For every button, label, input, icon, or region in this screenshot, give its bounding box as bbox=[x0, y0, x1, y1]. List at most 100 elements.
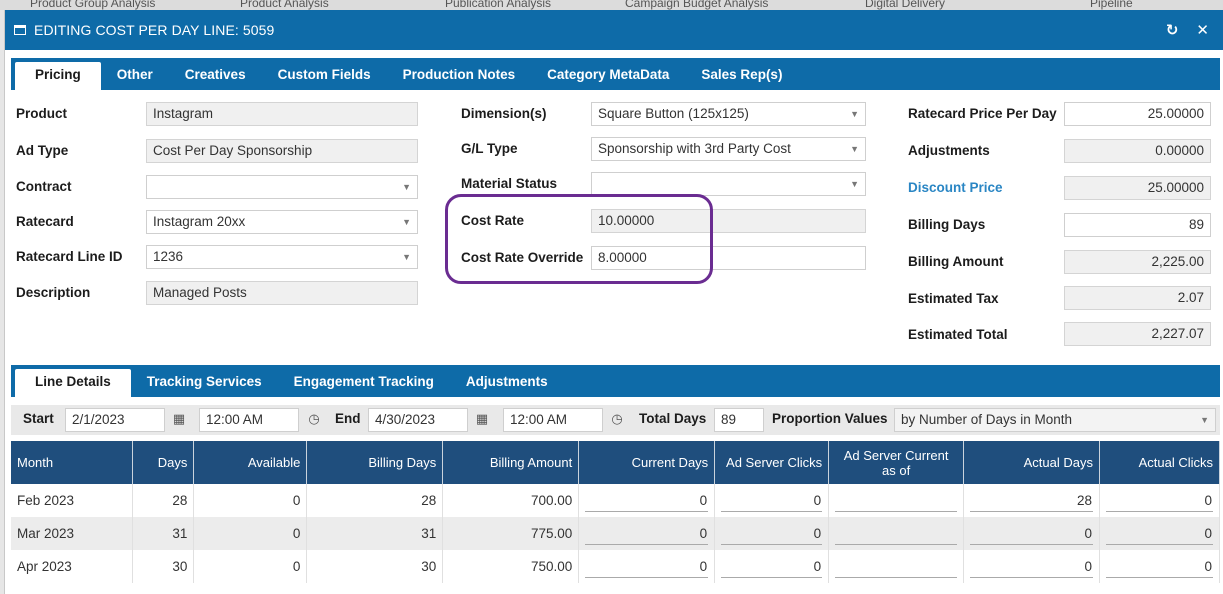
adjustments-label: Adjustments bbox=[908, 143, 990, 158]
table-row: Mar 2023 31 0 31 775.00 0 0 0 0 bbox=[11, 517, 1221, 550]
total-days-field: 89 bbox=[714, 408, 764, 432]
estimated-tax-field: 2.07 bbox=[1064, 286, 1211, 310]
close-icon[interactable]: ✕ bbox=[1196, 21, 1209, 39]
gl-type-select[interactable]: Sponsorship with 3rd Party Cost ▼ bbox=[591, 137, 866, 161]
billing-days-label: Billing Days bbox=[908, 217, 986, 232]
col-actual-days[interactable]: Actual Days bbox=[963, 441, 1100, 484]
material-status-select[interactable]: ▼ bbox=[591, 172, 866, 196]
cell-billing-amount: 750.00 bbox=[442, 550, 580, 583]
cell-billing-days: 31 bbox=[306, 517, 444, 550]
tab-production-notes[interactable]: Production Notes bbox=[387, 62, 532, 90]
bg-tab-digital-delivery: Digital Delivery bbox=[865, 0, 946, 10]
col-current-days[interactable]: Current Days bbox=[578, 441, 716, 484]
ad-server-current-input[interactable] bbox=[835, 556, 958, 578]
ad-type-label: Ad Type bbox=[16, 143, 69, 158]
ad-server-clicks-input[interactable]: 0 bbox=[721, 490, 823, 512]
calendar-icon[interactable]: ▦ bbox=[474, 411, 490, 427]
table-header-row: Month Days Available Billing Days Billin… bbox=[11, 441, 1221, 484]
proportion-values-label: Proportion Values bbox=[772, 411, 888, 426]
billing-amount-field: 2,225.00 bbox=[1064, 250, 1211, 274]
proportion-values-select[interactable]: by Number of Days in Month ▼ bbox=[894, 408, 1216, 432]
tab-tracking-services[interactable]: Tracking Services bbox=[131, 369, 278, 397]
actual-clicks-input[interactable]: 0 bbox=[1105, 523, 1213, 545]
tab-sales-reps[interactable]: Sales Rep(s) bbox=[685, 62, 798, 90]
ratecard-price-input[interactable]: 25.00000 bbox=[1064, 102, 1211, 126]
tab-engagement-tracking[interactable]: Engagement Tracking bbox=[278, 369, 450, 397]
ad-server-clicks-input[interactable]: 0 bbox=[721, 523, 823, 545]
col-month[interactable]: Month bbox=[11, 441, 134, 484]
dimensions-label: Dimension(s) bbox=[461, 106, 547, 121]
ratecard-line-value: 1236 bbox=[153, 249, 184, 264]
chevron-down-icon: ▼ bbox=[402, 217, 411, 227]
product-field: Instagram bbox=[146, 102, 418, 126]
cost-rate-highlight-box bbox=[445, 194, 713, 284]
ratecard-line-label: Ratecard Line ID bbox=[16, 249, 123, 264]
background-tab-strip: Product Group Analysis Product Analysis … bbox=[0, 0, 1223, 10]
cell-billing-days: 30 bbox=[306, 550, 444, 583]
gl-type-label: G/L Type bbox=[461, 141, 518, 156]
tab-custom-fields[interactable]: Custom Fields bbox=[262, 62, 387, 90]
ratecard-line-select[interactable]: 1236 ▼ bbox=[146, 245, 418, 269]
bg-tab-product-analysis: Product Analysis bbox=[240, 0, 329, 10]
tab-line-details[interactable]: Line Details bbox=[15, 369, 131, 397]
col-ad-server-current[interactable]: Ad Server Current as of bbox=[828, 441, 965, 484]
calendar-icon[interactable]: ▦ bbox=[171, 411, 187, 427]
actual-clicks-input[interactable]: 0 bbox=[1105, 490, 1213, 512]
ratecard-value: Instagram 20xx bbox=[153, 214, 246, 229]
cell-month: Apr 2023 bbox=[11, 550, 134, 583]
dialog-title: EDITING COST PER DAY LINE: 5059 bbox=[34, 22, 275, 38]
bg-tab-pipeline: Pipeline bbox=[1090, 0, 1133, 10]
col-billing-days[interactable]: Billing Days bbox=[306, 441, 444, 484]
col-billing-amount[interactable]: Billing Amount bbox=[442, 441, 580, 484]
tab-adjustments[interactable]: Adjustments bbox=[450, 369, 564, 397]
cell-available: 0 bbox=[193, 550, 308, 583]
ad-server-current-input[interactable] bbox=[835, 490, 958, 512]
actual-days-input[interactable]: 0 bbox=[970, 556, 1093, 578]
col-ad-server-clicks[interactable]: Ad Server Clicks bbox=[714, 441, 830, 484]
ad-server-clicks-input[interactable]: 0 bbox=[721, 556, 823, 578]
tab-category-metadata[interactable]: Category MetaData bbox=[531, 62, 685, 90]
current-days-input[interactable]: 0 bbox=[585, 523, 709, 545]
pricing-tabbar: Pricing Other Creatives Custom Fields Pr… bbox=[11, 58, 1220, 90]
ratecard-select[interactable]: Instagram 20xx ▼ bbox=[146, 210, 418, 234]
start-label: Start bbox=[23, 411, 54, 426]
end-date-input[interactable]: 4/30/2023 bbox=[368, 408, 468, 432]
chevron-down-icon: ▼ bbox=[1200, 415, 1209, 425]
date-filter-row: Start 2/1/2023 ▦ 12:00 AM ◷ End 4/30/202… bbox=[11, 405, 1220, 435]
ratecard-price-label: Ratecard Price Per Day bbox=[908, 106, 1057, 121]
tab-creatives[interactable]: Creatives bbox=[169, 62, 262, 90]
col-days[interactable]: Days bbox=[132, 441, 195, 484]
estimated-total-field: 2,227.07 bbox=[1064, 322, 1211, 346]
actual-days-input[interactable]: 0 bbox=[970, 523, 1093, 545]
tab-other[interactable]: Other bbox=[101, 62, 169, 90]
col-available[interactable]: Available bbox=[193, 441, 308, 484]
discount-price-link[interactable]: Discount Price bbox=[908, 180, 1003, 195]
refresh-icon[interactable]: ↻ bbox=[1166, 21, 1179, 39]
start-time-input[interactable]: 12:00 AM bbox=[199, 408, 299, 432]
description-field: Managed Posts bbox=[146, 281, 418, 305]
col-actual-clicks[interactable]: Actual Clicks bbox=[1099, 441, 1221, 484]
billing-days-input[interactable]: 89 bbox=[1064, 213, 1211, 237]
current-days-input[interactable]: 0 bbox=[585, 556, 709, 578]
ad-type-field: Cost Per Day Sponsorship bbox=[146, 139, 418, 163]
actual-days-input[interactable]: 28 bbox=[970, 490, 1093, 512]
start-date-input[interactable]: 2/1/2023 bbox=[65, 408, 165, 432]
actual-clicks-input[interactable]: 0 bbox=[1105, 556, 1213, 578]
cell-billing-amount: 775.00 bbox=[442, 517, 580, 550]
current-days-input[interactable]: 0 bbox=[585, 490, 709, 512]
clock-icon[interactable]: ◷ bbox=[609, 411, 625, 427]
cell-days: 31 bbox=[132, 517, 195, 550]
tab-pricing[interactable]: Pricing bbox=[15, 62, 101, 90]
month-breakdown-table: Month Days Available Billing Days Billin… bbox=[11, 441, 1221, 583]
dimensions-select[interactable]: Square Button (125x125) ▼ bbox=[591, 102, 866, 126]
clock-icon[interactable]: ◷ bbox=[306, 411, 322, 427]
ad-server-current-input[interactable] bbox=[835, 523, 958, 545]
end-time-input[interactable]: 12:00 AM bbox=[503, 408, 603, 432]
end-label: End bbox=[335, 411, 361, 426]
edit-line-dialog: EDITING COST PER DAY LINE: 5059 ↻ ✕ Pric… bbox=[4, 10, 1223, 594]
adjustments-field: 0.00000 bbox=[1064, 139, 1211, 163]
contract-select[interactable]: ▼ bbox=[146, 175, 418, 199]
description-label: Description bbox=[16, 285, 91, 300]
line-details-tabbar: Line Details Tracking Services Engagemen… bbox=[11, 365, 1220, 397]
chevron-down-icon: ▼ bbox=[850, 109, 859, 119]
